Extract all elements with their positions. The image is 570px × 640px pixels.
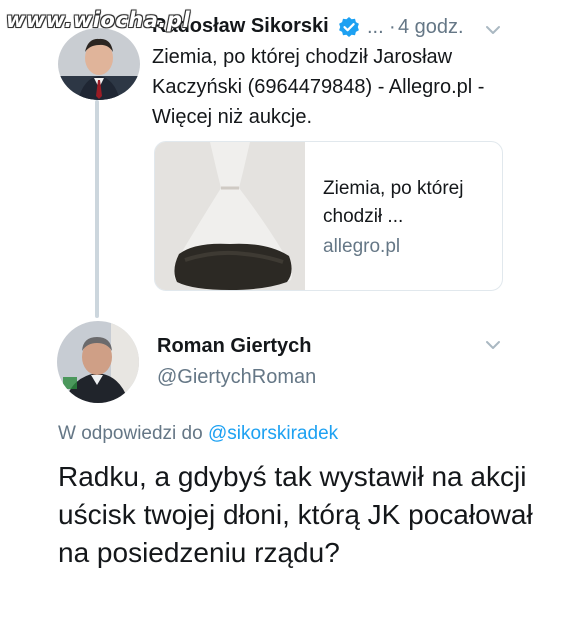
chevron-down-icon[interactable] (485, 23, 501, 35)
separator-dot: · (389, 16, 396, 38)
card-title: Ziemia, po której chodził ... (323, 178, 464, 227)
reply-prefix: W odpowiedzi do (58, 423, 203, 444)
tweet-timestamp[interactable]: 4 godz. (398, 16, 464, 39)
avatar-photo-sikorski (58, 28, 140, 100)
author-name-giertych[interactable]: Roman Giertych (157, 335, 311, 358)
avatar-sikorski[interactable] (58, 28, 140, 100)
author-handle-giertych[interactable]: @GiertychRoman (157, 366, 316, 389)
avatar-photo-giertych (57, 321, 139, 403)
tweet-text-sikorski: Ziemia, po której chodził Jarosław Kaczy… (152, 46, 485, 128)
truncated-handle: ... (367, 16, 384, 38)
bag-of-soil-image (155, 142, 305, 290)
avatar-giertych[interactable] (57, 321, 139, 403)
card-image (155, 142, 305, 290)
thread-line (95, 100, 99, 318)
verified-badge-icon (338, 16, 360, 38)
tweet-text-giertych: Radku, a gdybyś tak wystawił na akcji uś… (58, 461, 533, 568)
link-preview-card[interactable]: Ziemia, po której chodził ... allegro.pl (154, 141, 503, 291)
reply-mention-link[interactable]: @sikorskiradek (208, 423, 338, 444)
chevron-down-icon[interactable] (485, 338, 501, 350)
card-domain: allegro.pl (323, 236, 401, 257)
watermark-logo: www.wiocha.pl (6, 8, 191, 32)
reply-context: W odpowiedzi do @sikorskiradek (58, 423, 338, 445)
